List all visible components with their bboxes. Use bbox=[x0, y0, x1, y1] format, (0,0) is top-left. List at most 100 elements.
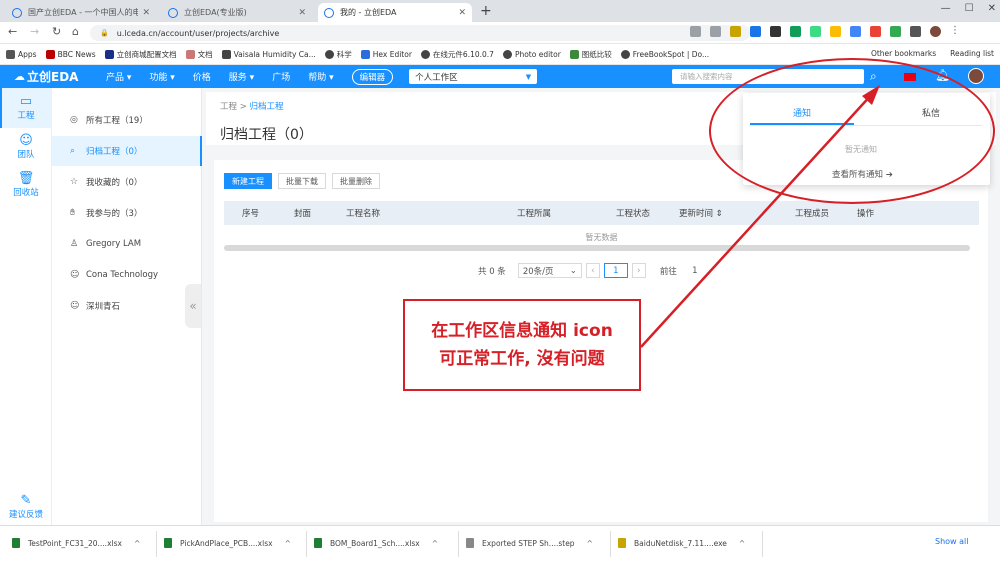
download-item[interactable]: BaiduNetdisk_7.11....exe ^ bbox=[618, 538, 745, 548]
workspace-value: 个人工作区 bbox=[415, 72, 458, 83]
nav-label: 回收站 bbox=[13, 188, 39, 198]
bookmark-item[interactable]: FreeBookSpot | Do... bbox=[620, 49, 709, 59]
profile-icon[interactable] bbox=[930, 26, 941, 37]
menu-help[interactable]: 帮助 ▾ bbox=[308, 70, 333, 83]
extension-icon[interactable] bbox=[730, 26, 741, 37]
download-item[interactable]: PickAndPlace_PCB....xlsx ^ bbox=[164, 538, 291, 548]
project-nav-user[interactable]: ♙ Gregory LAM bbox=[52, 229, 202, 259]
project-nav-team[interactable]: ☺ 深圳青石 bbox=[52, 291, 202, 321]
reading-list[interactable]: Reading list bbox=[950, 49, 994, 58]
callout-line1: 在工作区信息通知 icon bbox=[431, 321, 613, 341]
menu-services[interactable]: 服务 ▾ bbox=[229, 70, 254, 83]
breadcrumb-root[interactable]: 工程 bbox=[220, 102, 237, 112]
collapse-sidebar-icon[interactable]: « bbox=[185, 284, 201, 328]
extension-icon[interactable] bbox=[850, 26, 861, 37]
star-bookmark-icon[interactable] bbox=[710, 26, 721, 37]
extension-icon[interactable] bbox=[790, 26, 801, 37]
workspace-select[interactable]: 个人工作区 ▼ bbox=[409, 69, 538, 84]
extension-icon[interactable] bbox=[770, 26, 781, 37]
column-header: 工程名称 bbox=[346, 209, 381, 219]
project-nav-favorites[interactable]: ☆ 我收藏的（0） bbox=[52, 167, 202, 197]
menu-products[interactable]: 产品 ▾ bbox=[106, 70, 131, 83]
project-nav-all[interactable]: ◎ 所有工程（19） bbox=[52, 105, 202, 135]
browser-tab-active[interactable]: 我的 - 立创EDA ✕ bbox=[318, 3, 472, 22]
bookmark-item[interactable]: 科学 bbox=[324, 49, 352, 60]
chevron-up-icon[interactable]: ^ bbox=[432, 539, 438, 548]
batch-delete-button[interactable]: 批量删除 bbox=[332, 173, 380, 189]
lceda-favicon-icon bbox=[168, 7, 178, 18]
horizontal-scrollbar[interactable] bbox=[224, 245, 970, 251]
bookmark-item[interactable]: 立创商城配置文档 bbox=[104, 49, 177, 60]
goto-page-input[interactable]: 1 bbox=[683, 263, 707, 278]
puzzle-icon[interactable] bbox=[910, 26, 921, 37]
browser-tab[interactable]: 国产立创EDA - 一个中国人的电路设计 ✕ bbox=[6, 3, 156, 22]
bookmark-item[interactable]: Photo editor bbox=[502, 49, 561, 59]
prev-page-button[interactable]: ‹ bbox=[585, 263, 600, 278]
forward-icon[interactable]: → bbox=[30, 25, 39, 38]
minimize-icon[interactable]: — bbox=[941, 3, 951, 14]
share-icon[interactable] bbox=[690, 26, 701, 37]
project-nav-archived[interactable]: ⌕ 归档工程（0） bbox=[52, 136, 202, 166]
chevron-up-icon[interactable]: ^ bbox=[739, 539, 745, 548]
annotation-callout: 在工作区信息通知 icon 可正常工作, 沒有问题 bbox=[403, 299, 641, 391]
menu-square[interactable]: 广场 bbox=[272, 70, 290, 83]
editor-button[interactable]: 编辑器 bbox=[351, 68, 394, 85]
reload-icon[interactable]: ↻ bbox=[52, 25, 61, 38]
nav-team[interactable]: ☺ 团队 bbox=[0, 134, 52, 161]
nav-projects[interactable]: ▭ 工程 bbox=[0, 88, 52, 128]
new-project-button[interactable]: 新建工程 bbox=[224, 173, 272, 189]
project-nav-team[interactable]: ☺ Cona Technology bbox=[52, 260, 202, 290]
chevron-up-icon[interactable]: ^ bbox=[587, 539, 593, 548]
close-window-icon[interactable]: ✕ bbox=[988, 3, 996, 14]
download-item[interactable]: BOM_Board1_Sch....xlsx ^ bbox=[314, 538, 438, 548]
lceda-favicon-icon bbox=[12, 7, 22, 18]
logo[interactable]: ☁ 立创EDA bbox=[14, 68, 106, 85]
goto-label: 前往 bbox=[659, 266, 677, 277]
close-icon[interactable]: ✕ bbox=[458, 8, 466, 18]
chevron-up-icon[interactable]: ^ bbox=[285, 539, 291, 548]
close-icon[interactable]: ✕ bbox=[142, 8, 150, 18]
bookmark-apps[interactable]: Apps bbox=[6, 49, 37, 59]
menu-pricing[interactable]: 价格 bbox=[193, 70, 211, 83]
trash-icon: 🗑︎ bbox=[17, 171, 35, 186]
browser-tab-label: 立创EDA(专业版) bbox=[184, 8, 247, 17]
new-tab-icon[interactable]: + bbox=[480, 3, 492, 19]
divider bbox=[458, 531, 459, 557]
chevron-up-icon[interactable]: ^ bbox=[134, 539, 140, 548]
show-all-downloads-link[interactable]: Show all bbox=[935, 537, 968, 546]
nav-trash[interactable]: 🗑︎ 回收站 bbox=[0, 171, 52, 199]
page-size-value: 20条/页 bbox=[522, 266, 554, 277]
download-item[interactable]: TestPoint_FC31_20....xlsx ^ bbox=[12, 538, 140, 548]
download-item[interactable]: Exported STEP Sh....step ^ bbox=[466, 538, 593, 548]
extension-icon[interactable] bbox=[810, 26, 821, 37]
next-page-button[interactable]: › bbox=[631, 263, 646, 278]
bookmark-item[interactable]: 图纸比较 bbox=[569, 49, 612, 60]
back-icon[interactable]: ← bbox=[8, 25, 17, 38]
bookmark-item[interactable]: Vaisala Humidity Ca... bbox=[221, 49, 316, 59]
batch-download-button[interactable]: 批量下载 bbox=[278, 173, 326, 189]
nav-feedback[interactable]: ✎ 建议反馈 bbox=[0, 494, 52, 521]
browser-tab[interactable]: 立创EDA(专业版) ✕ bbox=[162, 3, 312, 22]
close-icon[interactable]: ✕ bbox=[298, 8, 306, 18]
more-menu-icon[interactable]: ⋮ bbox=[950, 26, 961, 37]
page-size-select[interactable]: 20条/页 ⌄ bbox=[517, 263, 582, 278]
extension-icon[interactable] bbox=[870, 26, 881, 37]
archive-icon: ⌕ bbox=[70, 146, 76, 156]
project-nav-joined[interactable]: ✋︎ 我参与的（3） bbox=[52, 198, 202, 228]
column-header-sortable[interactable]: 更新时间 ⇕ bbox=[679, 207, 723, 219]
bookmark-item[interactable]: 文档 bbox=[185, 49, 213, 60]
extension-icon[interactable] bbox=[890, 26, 901, 37]
menu-features[interactable]: 功能 ▾ bbox=[149, 70, 174, 83]
bookmark-item[interactable]: Hex Editor bbox=[360, 49, 412, 59]
page-number[interactable]: 1 bbox=[603, 263, 628, 278]
maximize-icon[interactable]: ☐ bbox=[965, 3, 974, 14]
excel-file-icon bbox=[12, 538, 20, 548]
bookmark-item[interactable]: 在线元件6.10.0.7 bbox=[420, 49, 494, 60]
other-bookmarks[interactable]: Other bookmarks bbox=[871, 49, 936, 58]
extension-icon[interactable] bbox=[830, 26, 841, 37]
bookmark-item[interactable]: BBC News bbox=[45, 49, 96, 59]
home-icon[interactable]: ⌂ bbox=[72, 25, 79, 38]
avatar[interactable] bbox=[968, 68, 984, 84]
address-bar[interactable]: 🔒 u.lceda.cn/account/user/projects/archi… bbox=[90, 25, 750, 41]
extension-icon[interactable] bbox=[750, 26, 761, 37]
